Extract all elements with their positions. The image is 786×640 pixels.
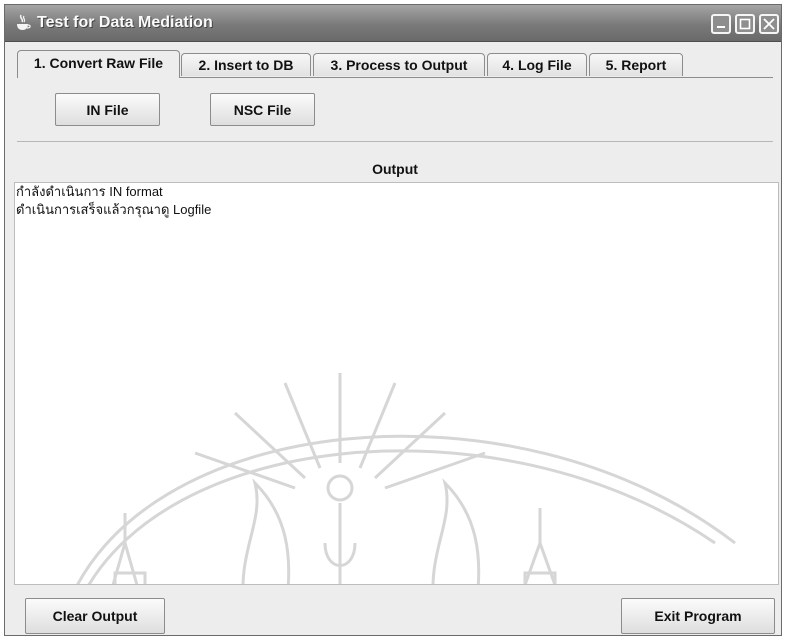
watermark-emblem-icon	[76, 373, 736, 584]
maximize-button[interactable]	[735, 14, 755, 34]
title-bar[interactable]: Test for Data Mediation	[5, 5, 781, 42]
close-button[interactable]	[759, 14, 779, 34]
app-window: Test for Data Mediation 1. Convert Raw F…	[4, 4, 782, 636]
output-text-area[interactable]: กำลังดำเนินการ IN format ดำเนินการเสร็จแ…	[14, 182, 779, 585]
exit-program-button[interactable]: Exit Program	[621, 598, 775, 634]
java-cup-icon	[15, 14, 31, 32]
tab-strip: 1. Convert Raw File 2. Insert to DB 3. P…	[17, 50, 777, 78]
section-divider	[17, 141, 773, 142]
tab-convert-raw-file[interactable]: 1. Convert Raw File	[17, 50, 180, 78]
tab-process-to-output[interactable]: 3. Process to Output	[313, 53, 485, 76]
tab-log-file[interactable]: 4. Log File	[487, 53, 587, 76]
tab-report[interactable]: 5. Report	[589, 53, 683, 76]
output-line: กำลังดำเนินการ IN format	[16, 184, 163, 199]
close-icon	[763, 18, 775, 30]
output-line: ดำเนินการเสร็จแล้วกรุณาดู Logfile	[16, 202, 212, 217]
minimize-button[interactable]	[711, 14, 731, 34]
minimize-icon	[717, 26, 725, 28]
nsc-file-button[interactable]: NSC File	[210, 93, 315, 126]
maximize-icon	[739, 18, 751, 30]
output-label: Output	[372, 161, 418, 177]
tab-insert-to-db[interactable]: 2. Insert to DB	[181, 53, 311, 76]
clear-output-button[interactable]: Clear Output	[25, 598, 165, 634]
window-title: Test for Data Mediation	[37, 14, 213, 31]
in-file-button[interactable]: IN File	[55, 93, 160, 126]
